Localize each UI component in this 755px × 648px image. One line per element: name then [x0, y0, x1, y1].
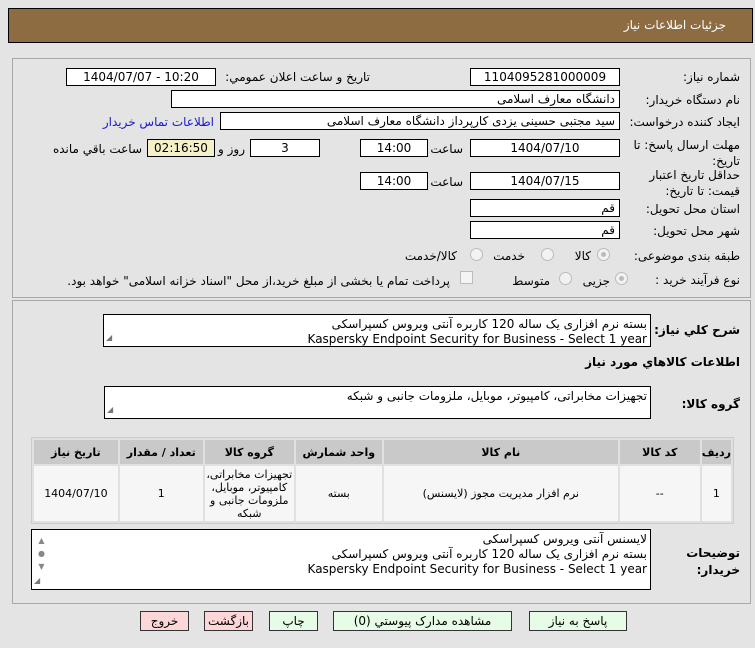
process-label: نوع فرآیند خرید : [655, 273, 740, 287]
notes-line: Kaspersky Endpoint Security for Business… [307, 562, 647, 576]
days-label: روز و [218, 142, 245, 156]
col-name: نام کالا [383, 440, 618, 464]
attachments-button[interactable]: مشاهده مدارک پیوستي (0) [333, 611, 512, 631]
category-goods-radio[interactable] [597, 248, 610, 261]
category-both-radio[interactable] [470, 248, 483, 261]
province-field[interactable]: قم [470, 199, 620, 217]
page-header: جزئیات اطلاعات نیاز [8, 8, 753, 43]
back-button[interactable]: بازگشت [204, 611, 253, 631]
city-field[interactable]: قم [470, 221, 620, 239]
remaining-time-field: 02:16:50 [147, 139, 215, 157]
contact-buyer-link[interactable]: اطلاعات تماس خریدار [103, 115, 214, 129]
category-service-radio[interactable] [541, 248, 554, 261]
validity-time-label: ساعت [430, 175, 463, 189]
summary-label: شرح کلي نياز: [654, 323, 740, 337]
resize-grip-icon[interactable]: ◢ [106, 330, 112, 345]
validity-label: حداقل تاریخ اعتبار قیمت: تا تاریخ: [649, 168, 740, 198]
payment-note: پرداخت تمام یا بخشی از مبلغ خرید،از محل … [67, 274, 450, 288]
cell-unit: بسته [295, 466, 382, 521]
cell-code: -- [619, 466, 700, 521]
resize-grip-icon[interactable]: ◢ [34, 573, 40, 588]
process-medium-radio[interactable] [559, 272, 572, 285]
notes-line: لایسنس آنتی ویروس کسپراسکی [482, 532, 647, 546]
print-button[interactable]: چاپ [269, 611, 318, 631]
deadline-time-label: ساعت [430, 142, 463, 156]
group-value: تجهیزات مخابراتی، کامپیوتر، موبایل، ملزو… [346, 389, 647, 403]
col-unit: واحد شمارش [295, 440, 382, 464]
col-qty: تعداد / مقدار [119, 440, 203, 464]
goods-table: ردیف کد کالا نام کالا واحد شمارش گروه کا… [31, 437, 734, 524]
validity-time-field[interactable]: 14:00 [360, 172, 428, 190]
goods-info-title: اطلاعات کالاهاي مورد نياز [585, 355, 740, 369]
category-both-label: کالا/خدمت [404, 249, 457, 263]
cell-name: نرم افزار مدیریت مجوز (لایسنس) [383, 466, 618, 521]
process-medium-label: متوسط [512, 274, 550, 288]
summary-line: بسته نرم افزاری یک ساله 120 کاربره آنتی … [331, 317, 647, 331]
creator-label: ایجاد کننده درخواست: [629, 115, 740, 129]
buyer-label: نام دستگاه خریدار: [645, 93, 741, 107]
col-group: گروه کالا [204, 440, 294, 464]
table-header-row: ردیف کد کالا نام کالا واحد شمارش گروه کا… [34, 440, 731, 464]
deadline-time-field[interactable]: 14:00 [360, 139, 428, 157]
province-label: استان محل تحویل: [645, 202, 740, 216]
exit-button[interactable]: خروج [140, 611, 189, 631]
table-row: 1 -- نرم افزار مدیریت مجوز (لایسنس) بسته… [34, 466, 731, 521]
buyer-field[interactable]: دانشگاه معارف اسلامی [171, 90, 620, 108]
group-label: گروه کالا: [681, 397, 740, 411]
deadline-label: مهلت ارسال پاسخ: تا تاریخ: [633, 138, 740, 168]
validity-date-field[interactable]: 1404/07/15 [470, 172, 620, 190]
city-label: شهر محل تحویل: [653, 224, 740, 238]
cell-row: 1 [701, 466, 731, 521]
reply-button[interactable]: پاسخ به نیاز [529, 611, 627, 631]
col-code: کد کالا [619, 440, 700, 464]
remaining-label: ساعت باقي مانده [52, 142, 142, 156]
need-number-field[interactable]: 1104095281000009 [470, 68, 620, 86]
category-service-label: خدمت [493, 249, 525, 263]
creator-field[interactable]: سید مجتبی حسینی یزدی کارپرداز دانشگاه مع… [220, 112, 620, 130]
announce-label: تاریخ و ساعت اعلان عمومي: [225, 70, 370, 84]
summary-line: Kaspersky Endpoint Security for Business… [307, 332, 647, 346]
cell-qty: 1 [119, 466, 203, 521]
notes-label: توضیحات خریدار: [686, 546, 740, 577]
process-minor-label: جزیی [582, 274, 610, 288]
process-minor-radio[interactable] [615, 272, 628, 285]
notes-textarea[interactable]: لایسنس آنتی ویروس کسپراسکی بسته نرم افزا… [31, 529, 651, 590]
col-date: تاریخ نیاز [34, 440, 118, 464]
days-field[interactable]: 3 [250, 139, 320, 157]
deadline-date-field[interactable]: 1404/07/10 [470, 139, 620, 157]
notes-scrollbar[interactable]: ▲ ● ▼ [35, 534, 48, 573]
cell-date: 1404/07/10 [34, 466, 118, 521]
notes-line: بسته نرم افزاری یک ساله 120 کاربره آنتی … [331, 547, 647, 561]
col-row: ردیف [701, 440, 731, 464]
need-number-label: شماره نیاز: [683, 70, 740, 84]
page-title: جزئیات اطلاعات نیاز [623, 18, 726, 32]
category-goods-label: کالا [574, 249, 591, 263]
cell-group: تجهیزات مخابراتی، کامپیوتر، موبایل، ملزو… [204, 466, 294, 521]
payment-checkbox[interactable] [460, 271, 473, 284]
summary-textarea[interactable]: بسته نرم افزاری یک ساله 120 کاربره آنتی … [103, 314, 651, 347]
resize-grip-icon[interactable]: ◢ [107, 402, 113, 417]
category-label: طبقه بندی موضوعی: [633, 249, 740, 263]
group-textarea[interactable]: تجهیزات مخابراتی، کامپیوتر، موبایل، ملزو… [104, 386, 651, 419]
announce-field[interactable]: 1404/07/07 - 10:20 [66, 68, 216, 86]
